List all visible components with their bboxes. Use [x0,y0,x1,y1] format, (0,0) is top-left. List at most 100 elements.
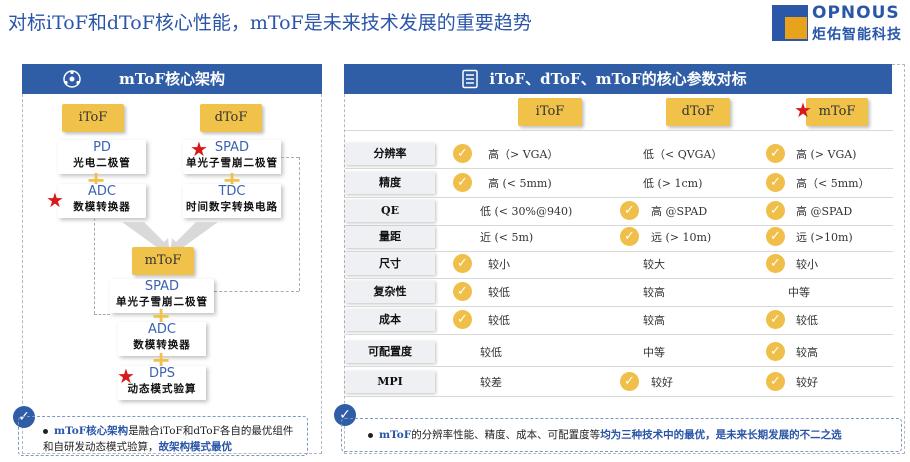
row-label: 尺寸 [345,253,435,275]
cell-dtof: 低（< QVGA） [643,148,723,161]
checklist-icon [462,69,478,89]
cell-mtof: 较低 [796,314,818,327]
cell-itof: 较小 [488,258,510,271]
cell-mtof: 较高 [796,346,818,359]
column-itof: iToF [518,98,582,126]
architecture-note: mToF核心架构是融合iToF和dToF各自的最优组件和自研发动态模式验算，故架… [18,416,308,456]
row-divider [345,197,893,198]
check-icon: ✓ [766,201,785,220]
check-icon: ✓ [453,254,472,273]
comparison-header-label: iToF、dToF、mToF的核心参数对标 [489,70,747,88]
check-icon: ✓ [620,372,639,391]
star-icon: ★ [794,98,812,122]
cell-mtof: 远 (>10m) [796,231,853,244]
check-icon: ✓ [620,201,639,220]
check-icon: ✓ [766,227,785,246]
cell-mtof: 中等 [788,286,810,299]
connector-line [281,157,299,158]
page-title: 对标iToF和dToF核心性能，mToF是未来技术发展的重要趋势 [8,12,532,34]
logo-brand-cn: 炬佑智能科技 [812,27,902,43]
cell-dtof: 中等 [643,346,665,359]
cell-dtof: 高 @SPAD [651,205,708,218]
row-divider [345,251,893,252]
adc-node-itof: ADC 数模转换器 [58,184,146,218]
logo-brand: OPNOUS [812,3,900,23]
row-divider [345,306,893,307]
note-tail: 均为三种技术中的最优，是未来长期发展的不二之选 [600,429,842,441]
connector-line [94,218,95,314]
adc-label: ADC [148,322,176,337]
note-tail: 故架构模式最优 [158,441,233,453]
architecture-header: mToF核心架构 [22,64,322,94]
cell-dtof: 较高 [643,314,665,327]
adc-desc: 数模转换器 [73,201,131,213]
tag-mtof: mToF [132,247,194,275]
cell-itof: 较低 [488,286,510,299]
divider [345,130,893,131]
row-label: QE [345,200,435,222]
row-label: 精度 [345,172,435,194]
check-icon: ✓ [766,254,785,273]
bullet-icon [43,428,48,434]
check-icon: ✓ [453,144,472,163]
bullet-icon [368,432,373,438]
cell-dtof: 较好 [651,376,673,389]
row-divider [345,278,893,279]
cell-itof: 较低 [480,346,502,359]
check-icon: ✓ [453,310,472,329]
row-label: MPI [345,371,435,393]
logo-mark-icon [772,5,808,41]
cell-mtof: 较好 [796,376,818,389]
comparison-note: mToF的分辨率性能、精度、成本、可配置度等均为三种技术中的最优，是未来长期发展… [341,418,902,452]
cell-itof: 高 (< 5mm) [488,177,552,190]
row-label: 分辨率 [345,143,435,165]
column-dtof: dToF [666,98,730,126]
row-label: 量距 [345,226,435,248]
cell-itof: 近 (< 5m) [480,231,534,244]
tdc-label: TDC [218,184,246,199]
cell-dtof: 低 (> 1cm) [643,177,703,190]
row-divider [345,168,893,169]
row-divider [345,396,893,397]
spad-label: SPAD [144,279,180,294]
cell-mtof: 高（< 5mm） [796,177,870,190]
row-divider [345,334,893,335]
check-icon: ✓ [766,372,785,391]
cell-itof: 较低 [488,314,510,327]
cell-mtof: 高 (> VGA) [796,148,857,161]
cell-mtof: 较小 [796,258,818,271]
cell-mtof: 高 @SPAD [796,205,853,218]
check-icon: ✓ [766,342,785,361]
check-icon: ✓ [620,227,639,246]
connector-line [214,291,299,292]
row-label: 复杂性 [345,281,435,303]
cell-itof: 低 (< 30%@940) [480,205,573,218]
check-icon: ✓ [766,173,785,192]
star-icon: ★ [190,137,208,161]
tag-dtof: dToF [200,104,262,132]
star-icon: ★ [46,188,64,212]
network-icon [63,70,81,88]
check-icon: ✓ [766,144,785,163]
tag-itof: iToF [62,104,124,132]
architecture-header-label: mToF核心架构 [119,70,225,88]
note-lead: mToF [379,429,412,441]
opnous-logo: OPNOUS 炬佑智能科技 [770,2,908,48]
note-lead: mToF核心架构 [54,425,129,437]
star-icon: ★ [117,364,135,388]
adc-label: ADC [88,184,116,199]
cell-dtof: 远 (> 10m) [651,231,712,244]
cell-itof: 较差 [480,376,502,389]
cell-dtof: 较大 [643,258,665,271]
tdc-desc: 时间数字转换电路 [186,201,278,213]
note-mid: 的分辨率性能、精度、成本、可配置度等 [411,429,601,441]
row-label: 可配置度 [345,341,435,363]
connector-line [299,157,300,291]
row-label: 成本 [345,309,435,331]
cell-dtof: 较高 [643,286,665,299]
check-icon: ✓ [766,310,785,329]
row-divider [345,366,893,367]
tdc-node: TDC 时间数字转换电路 [183,184,281,218]
cell-itof: 高（> VGA） [488,148,559,161]
connector-line [94,314,110,315]
